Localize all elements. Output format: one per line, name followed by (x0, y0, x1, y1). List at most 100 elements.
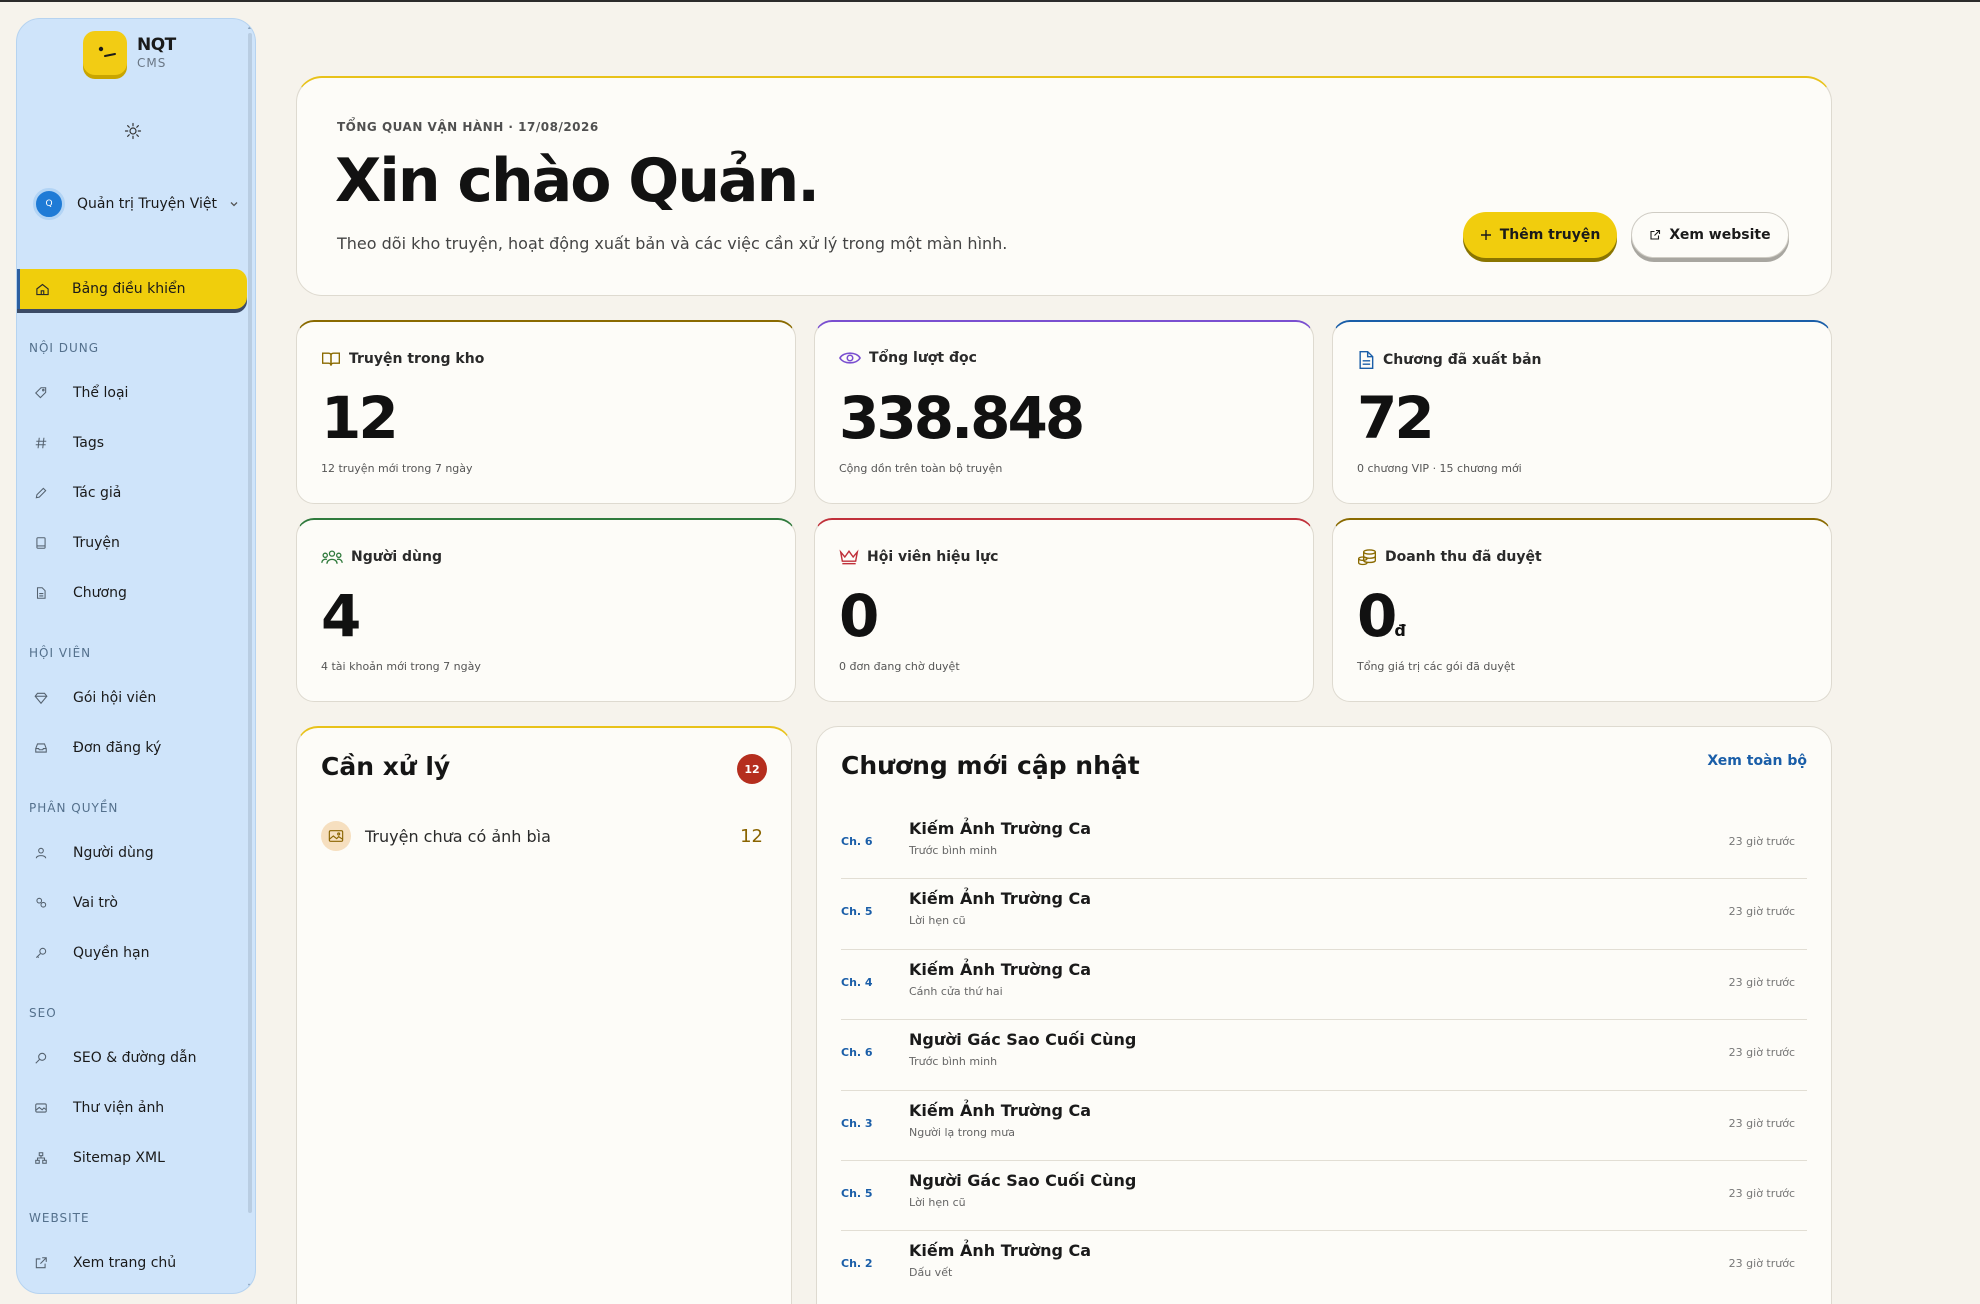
scroll-down-icon[interactable]: ▼ (248, 1282, 254, 1291)
sidebar-scrollbar[interactable] (248, 33, 252, 1213)
sidebar-item-permissions[interactable]: Quyền hạn (33, 936, 243, 970)
chapter-time: 23 giờ trước (1728, 835, 1795, 848)
view-all-link[interactable]: Xem toàn bộ (1707, 753, 1807, 769)
stat-card-chapters[interactable]: Chương đã xuất bản 72 0 chương VIP · 15 … (1332, 320, 1832, 504)
sidebar-item-chapters[interactable]: Chương (33, 576, 243, 610)
diamond-icon (33, 690, 49, 706)
chapter-row[interactable]: Ch. 3 Kiếm Ảnh Trường Ca Người lạ trong … (841, 1091, 1807, 1161)
chapter-story-name: Kiếm Ảnh Trường Ca (909, 1100, 1092, 1120)
todo-item-count: 12 (740, 825, 763, 847)
chapter-story-name: Kiếm Ảnh Trường Ca (909, 1241, 1092, 1261)
sidebar-item-label: Gói hội viên (73, 690, 157, 706)
sidebar-item-label: Tác giả (73, 485, 122, 501)
sidebar-item-sitemap[interactable]: Sitemap XML (33, 1141, 243, 1175)
org-switcher[interactable]: Q Quản trị Truyện Việt (29, 183, 247, 225)
stat-label: Người dùng (351, 549, 442, 565)
hero-card: TỔNG QUAN VẬN HÀNH · 17/08/2026 Xin chào… (296, 76, 1832, 296)
stat-note: Cộng dồn trên toàn bộ truyện (839, 462, 1003, 475)
chapter-story-name: Người Gác Sao Cuối Cùng (909, 1030, 1137, 1050)
sitemap-icon (33, 1150, 49, 1166)
stat-value: 0đ (1357, 582, 1406, 650)
stat-note: 0 đơn đang chờ duyệt (839, 660, 960, 673)
chapter-story-name: Kiếm Ảnh Trường Ca (909, 819, 1092, 838)
chapter-row[interactable]: Ch. 6 Người Gác Sao Cuối Cùng Trước bình… (841, 1020, 1807, 1091)
hero-kicker: TỔNG QUAN VẬN HÀNH · 17/08/2026 (337, 120, 599, 134)
plus-icon (1480, 229, 1492, 241)
sidebar-item-seo[interactable]: SEO & đường dẫn (33, 1041, 243, 1075)
eye-icon (839, 350, 861, 366)
scroll-up-icon[interactable]: ▲ (248, 21, 254, 30)
sidebar-item-users[interactable]: Người dùng (33, 836, 243, 870)
sidebar-item-label: Thư viện ảnh (73, 1100, 165, 1116)
chapter-title: Người lạ trong mưa (909, 1125, 1015, 1139)
stat-label: Doanh thu đã duyệt (1385, 549, 1542, 565)
stat-note: 12 truyện mới trong 7 ngày (321, 462, 473, 475)
chapter-story-name: Người Gác Sao Cuối Cùng (909, 1170, 1137, 1190)
stat-card-reads[interactable]: Tổng lượt đọc 338.848 Cộng dồn trên toàn… (814, 320, 1314, 504)
sidebar-item-stories[interactable]: Truyện (33, 526, 243, 560)
stat-label: Hội viên hiệu lực (867, 549, 999, 565)
chapter-title: Lời hẹn cũ (909, 1195, 966, 1209)
sidebar-item-label: Sitemap XML (73, 1150, 165, 1166)
chapter-time: 23 giờ trước (1728, 975, 1795, 989)
stat-card-stories[interactable]: Truyện trong kho 12 12 truyện mới trong … (296, 320, 796, 504)
org-avatar: Q (33, 188, 65, 220)
sidebar-item-authors[interactable]: Tác giả (33, 476, 243, 510)
sidebar-item-tags[interactable]: Tags (33, 426, 243, 460)
roles-icon (33, 895, 49, 911)
sidebar-item-dashboard[interactable]: Bảng điều khiển (17, 269, 247, 309)
sidebar-item-label: Chương (73, 585, 127, 601)
chapter-row[interactable]: Ch. 6 Kiếm Ảnh Trường Ca Trước bình minh… (841, 809, 1807, 880)
image-icon (321, 821, 351, 851)
user-icon (33, 845, 49, 861)
sidebar-item-view-homepage[interactable]: Xem trang chủ (33, 1246, 243, 1280)
todo-item[interactable]: Truyện chưa có ảnh bìa 12 (321, 820, 763, 852)
todo-panel: Cần xử lý 12 Truyện chưa có ảnh bìa 12 (296, 726, 792, 1304)
chapter-time: 23 giờ trước (1728, 1257, 1795, 1271)
tag-icon (33, 385, 49, 401)
page-title: Xin chào Quản. (335, 146, 820, 216)
sidebar-item-label: SEO & đường dẫn (73, 1050, 197, 1066)
theme-toggle-button[interactable] (121, 119, 145, 143)
todo-title: Cần xử lý (321, 752, 451, 781)
stat-card-revenue[interactable]: Doanh thu đã duyệt 0đ Tổng giá trị các g… (1332, 518, 1832, 702)
sidebar-item-categories[interactable]: Thể loại (33, 376, 243, 410)
chapter-number: Ch. 6 (841, 1046, 873, 1060)
external-link-icon (1649, 229, 1661, 241)
recent-chapters-panel: Chương mới cập nhật Xem toàn bộ Ch. 6 Ki… (816, 726, 1832, 1304)
sidebar-item-label: Quyền hạn (73, 945, 150, 961)
brand-logo[interactable]: NQT CMS (83, 31, 176, 75)
sidebar-item-registrations[interactable]: Đơn đăng ký (33, 731, 243, 765)
chapter-number: Ch. 5 (841, 1186, 873, 1200)
stat-value: 0 (839, 582, 879, 650)
stat-card-users[interactable]: Người dùng 4 4 tài khoản mới trong 7 ngà… (296, 518, 796, 702)
stat-card-members[interactable]: Hội viên hiệu lực 0 0 đơn đang chờ duyệt (814, 518, 1314, 702)
chapter-story-name: Kiếm Ảnh Trường Ca (909, 959, 1092, 979)
chapter-row[interactable]: Ch. 4 Kiếm Ảnh Trường Ca Cánh cửa thứ ha… (841, 950, 1807, 1021)
sidebar-item-label: Bảng điều khiển (72, 281, 186, 297)
sidebar-item-media-library[interactable]: Thư viện ảnh (33, 1091, 243, 1125)
chapter-row[interactable]: Ch. 5 Người Gác Sao Cuối Cùng Lời hẹn cũ… (841, 1161, 1807, 1232)
view-website-button[interactable]: Xem website (1631, 212, 1789, 258)
stat-value: 4 (321, 582, 361, 650)
book-open-icon (321, 350, 341, 368)
todo-item-label: Truyện chưa có ảnh bìa (365, 826, 551, 846)
recent-chapters-title: Chương mới cập nhật (841, 751, 1140, 780)
add-story-label: Thêm truyện (1499, 227, 1601, 243)
chapter-title: Lời hẹn cũ (909, 914, 966, 928)
chapter-time: 23 giờ trước (1728, 1046, 1795, 1060)
book-icon (33, 535, 49, 551)
chapter-title: Cánh cửa thứ hai (909, 984, 1003, 998)
document-icon (1357, 350, 1375, 370)
add-story-button[interactable]: Thêm truyện (1463, 212, 1617, 258)
chapter-row[interactable]: Ch. 2 Kiếm Ảnh Trường Ca Dấu vết 23 giờ … (841, 1231, 1807, 1301)
sidebar-item-membership-plans[interactable]: Gói hội viên (33, 681, 243, 715)
coins-icon (1357, 548, 1377, 566)
sidebar-item-label: Tags (73, 435, 104, 451)
chapter-title: Dấu vết (909, 1266, 953, 1280)
stat-label: Tổng lượt đọc (869, 350, 977, 366)
chapter-row[interactable]: Ch. 5 Kiếm Ảnh Trường Ca Lời hẹn cũ 23 g… (841, 879, 1807, 950)
sidebar-item-roles[interactable]: Vai trò (33, 886, 243, 920)
chapter-story-name: Kiếm Ảnh Trường Ca (909, 889, 1092, 909)
view-website-label: Xem website (1669, 227, 1771, 243)
